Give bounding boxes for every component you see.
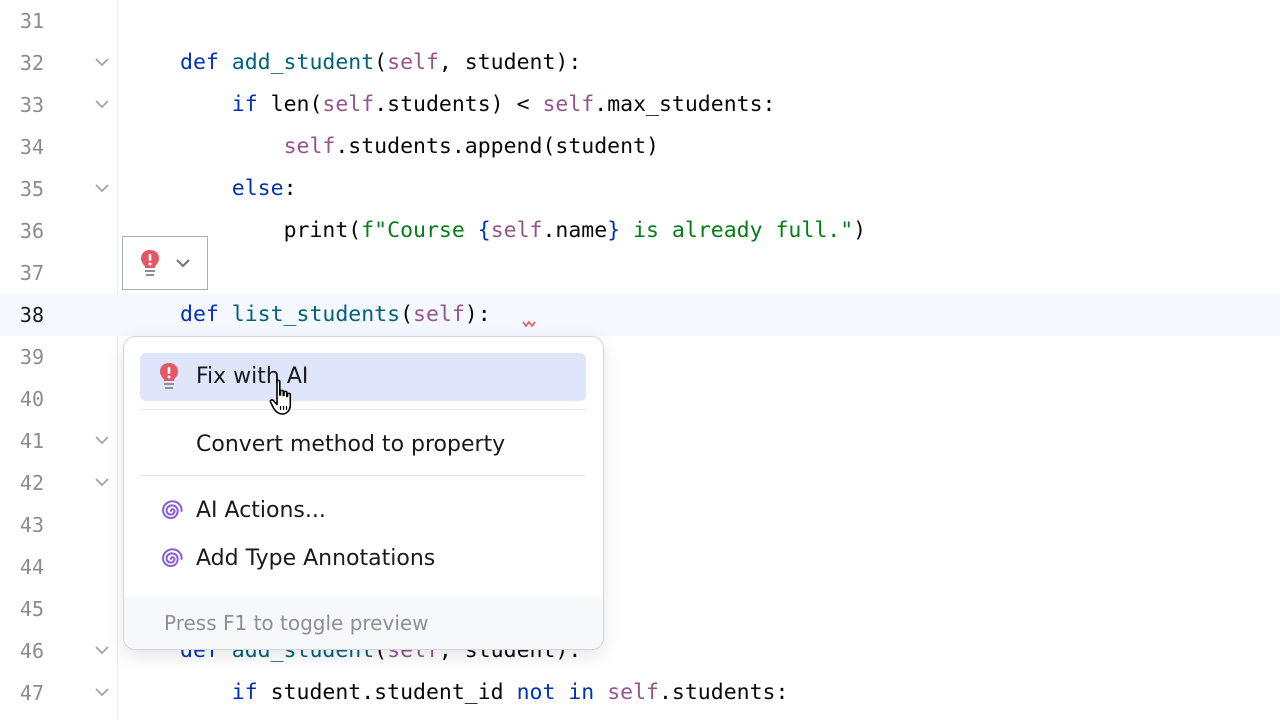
error-squiggle <box>522 320 536 328</box>
fold-chevron-icon[interactable] <box>94 476 110 488</box>
code-token: .students: <box>658 680 789 705</box>
line-number: 32 <box>19 51 44 75</box>
code-token: if <box>231 92 271 117</box>
code-token: self <box>490 218 543 243</box>
code-token: self <box>607 680 659 705</box>
line-number: 39 <box>19 345 44 369</box>
intention-bulb-button[interactable] <box>122 236 208 290</box>
code-line[interactable]: 34 self.students.append(student) <box>0 126 1280 168</box>
line-number: 31 <box>19 9 44 33</box>
code-token: is already full." <box>620 218 854 243</box>
chevron-down-icon <box>176 259 190 268</box>
code-token: not in <box>516 680 608 705</box>
code-token: student.student_id <box>270 680 517 705</box>
popup-footer: Press F1 to toggle preview <box>124 597 603 649</box>
code-token: self <box>542 92 595 117</box>
menu-item-label: AI Actions... <box>196 498 326 523</box>
code-line[interactable]: 31 <box>0 0 1280 42</box>
code-token: { <box>477 218 491 243</box>
code-token: self <box>387 50 439 75</box>
code-token: list_students <box>231 302 401 327</box>
menu-item-convert-method-to-property[interactable]: Convert method to property <box>140 421 586 469</box>
line-number: 41 <box>19 429 44 453</box>
code-text: print(f"Course {self.name} is already fu… <box>180 210 867 252</box>
code-token: self <box>322 92 375 117</box>
code-text: if student.student_id not in self.studen… <box>180 672 789 714</box>
code-token: def <box>180 50 232 75</box>
fold-chevron-icon[interactable] <box>94 644 110 656</box>
line-number: 33 <box>19 93 44 117</box>
code-line[interactable]: 32 def add_student(self, student): <box>0 42 1280 84</box>
menu-item-label: Add Type Annotations <box>196 546 436 571</box>
code-token: ( <box>400 302 414 327</box>
error-bulb-icon <box>160 363 178 389</box>
ai-spiral-icon <box>162 548 183 568</box>
hand-cursor-icon <box>269 379 292 415</box>
fold-chevron-icon[interactable] <box>94 686 110 698</box>
fold-chevron-icon[interactable] <box>94 182 110 194</box>
code-token: .max_students: <box>594 92 776 117</box>
code-token: .students.append(student) <box>335 134 659 159</box>
code-token: ) <box>853 218 867 243</box>
code-token: print( <box>283 218 362 243</box>
code-text: self.students.append(student) <box>180 126 659 168</box>
intention-actions-popup: Fix with AI Convert method to property A… <box>123 336 604 650</box>
line-number: 37 <box>19 261 44 285</box>
menu-separator <box>140 409 586 410</box>
code-token: add_student <box>231 50 375 75</box>
line-number: 44 <box>19 555 44 579</box>
menu-item-fix-with-ai[interactable]: Fix with AI <box>140 353 586 401</box>
line-number: 36 <box>19 219 44 243</box>
code-line[interactable]: 38 def list_students(self): <box>0 294 1280 336</box>
menu-item-add-type-annotations[interactable]: Add Type Annotations <box>140 535 586 583</box>
code-token: self <box>413 302 465 327</box>
code-line[interactable]: 33 if len(self.students) < self.max_stud… <box>0 84 1280 126</box>
line-number: 46 <box>19 639 44 663</box>
line-number: 35 <box>19 177 44 201</box>
code-token: def <box>180 302 232 327</box>
menu-separator <box>140 475 586 476</box>
code-text: if len(self.students) < self.max_student… <box>180 84 776 126</box>
code-line[interactable]: 47 if student.student_id not in self.stu… <box>0 672 1280 714</box>
error-bulb-icon <box>141 250 159 276</box>
fold-chevron-icon[interactable] <box>94 56 110 68</box>
ai-spiral-icon <box>162 500 183 520</box>
code-text: def add_student(self, student): <box>180 42 581 84</box>
line-number: 45 <box>19 597 44 621</box>
fold-chevron-icon[interactable] <box>94 434 110 446</box>
code-token: , student): <box>438 50 582 75</box>
code-text: def list_students(self): <box>180 294 491 336</box>
line-number: 34 <box>19 135 44 159</box>
code-token: self <box>283 134 336 159</box>
code-line[interactable]: 35 else: <box>0 168 1280 210</box>
line-number: 40 <box>19 387 44 411</box>
line-number: 42 <box>19 471 44 495</box>
line-number: 38 <box>19 303 44 327</box>
line-number: 43 <box>19 513 44 537</box>
code-token: else <box>231 176 284 201</box>
code-token: if <box>231 680 271 705</box>
code-token: ): <box>464 302 491 327</box>
code-token: : <box>283 176 297 201</box>
fold-chevron-icon[interactable] <box>94 98 110 110</box>
code-token: .name <box>542 218 608 243</box>
menu-item-label: Convert method to property <box>196 432 506 457</box>
code-token: .students) < <box>374 92 543 117</box>
code-token: f"Course <box>361 218 478 243</box>
toggle-preview-hint: Press F1 to toggle preview <box>164 611 429 635</box>
line-number: 47 <box>19 681 44 705</box>
menu-item-ai-actions[interactable]: AI Actions... <box>140 487 586 535</box>
code-text: else: <box>180 168 297 210</box>
code-token: ( <box>374 50 388 75</box>
code-token: } <box>607 218 621 243</box>
code-token: len( <box>270 92 323 117</box>
